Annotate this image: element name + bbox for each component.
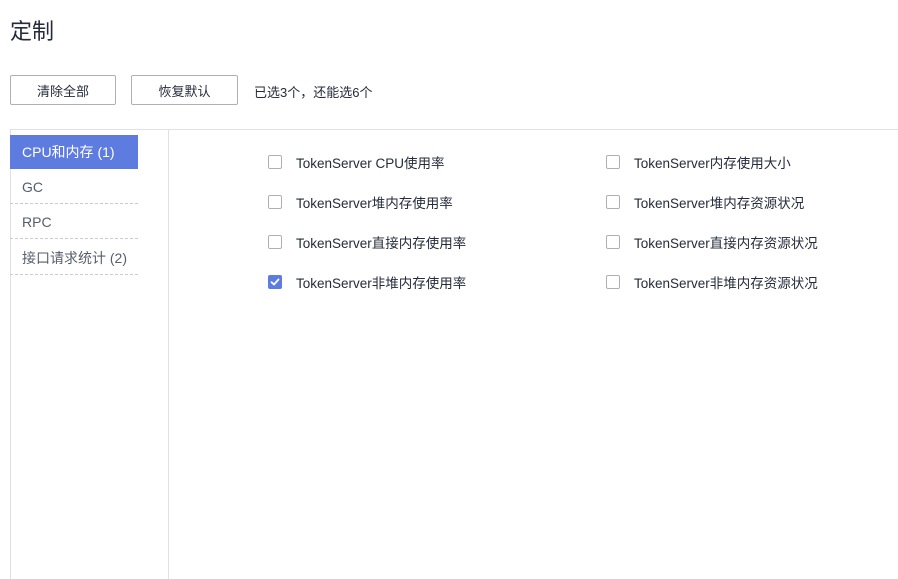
metric-option[interactable]: TokenServer堆内存资源状况 [606, 192, 804, 212]
metric-option[interactable]: TokenServer直接内存资源状况 [606, 232, 818, 252]
metric-label: TokenServer CPU使用率 [296, 156, 445, 171]
checkbox[interactable] [268, 195, 282, 209]
metric-label: TokenServer非堆内存使用率 [296, 276, 467, 291]
metric-option[interactable]: TokenServer直接内存使用率 [268, 232, 466, 252]
clear-all-button[interactable]: 清除全部 [10, 75, 116, 105]
checkbox[interactable] [268, 155, 282, 169]
checkbox[interactable] [606, 275, 620, 289]
restore-default-button[interactable]: 恢复默认 [131, 75, 238, 105]
checkbox[interactable] [606, 195, 620, 209]
checkmark-icon [270, 278, 280, 286]
metric-option[interactable]: TokenServer非堆内存资源状况 [606, 272, 818, 292]
metric-option[interactable]: TokenServer CPU使用率 [268, 152, 445, 172]
metric-label: TokenServer非堆内存资源状况 [634, 276, 818, 291]
metric-option[interactable]: TokenServer内存使用大小 [606, 152, 791, 172]
page-title: 定制 [10, 19, 55, 44]
metric-label: TokenServer直接内存使用率 [296, 236, 467, 251]
checkbox-checked[interactable] [268, 275, 282, 289]
metric-label: TokenServer堆内存资源状况 [634, 196, 805, 211]
checkbox[interactable] [606, 155, 620, 169]
sidebar-item-rpc[interactable]: RPC [10, 205, 138, 239]
sidebar-item-cpu-memory[interactable]: CPU和内存 (1) [10, 135, 138, 169]
metric-option[interactable]: TokenServer非堆内存使用率 [268, 272, 466, 292]
metric-label: TokenServer直接内存资源状况 [634, 236, 818, 251]
sidebar-item-gc[interactable]: GC [10, 170, 138, 204]
sidebar-item-api-request-stats[interactable]: 接口请求统计 (2) [10, 241, 138, 275]
metric-option[interactable]: TokenServer堆内存使用率 [268, 192, 453, 212]
checkbox[interactable] [606, 235, 620, 249]
checkbox[interactable] [268, 235, 282, 249]
selection-count-text: 已选3个，还能选6个 [254, 85, 373, 100]
metric-label: TokenServer堆内存使用率 [296, 196, 453, 211]
metric-label: TokenServer内存使用大小 [634, 156, 791, 171]
